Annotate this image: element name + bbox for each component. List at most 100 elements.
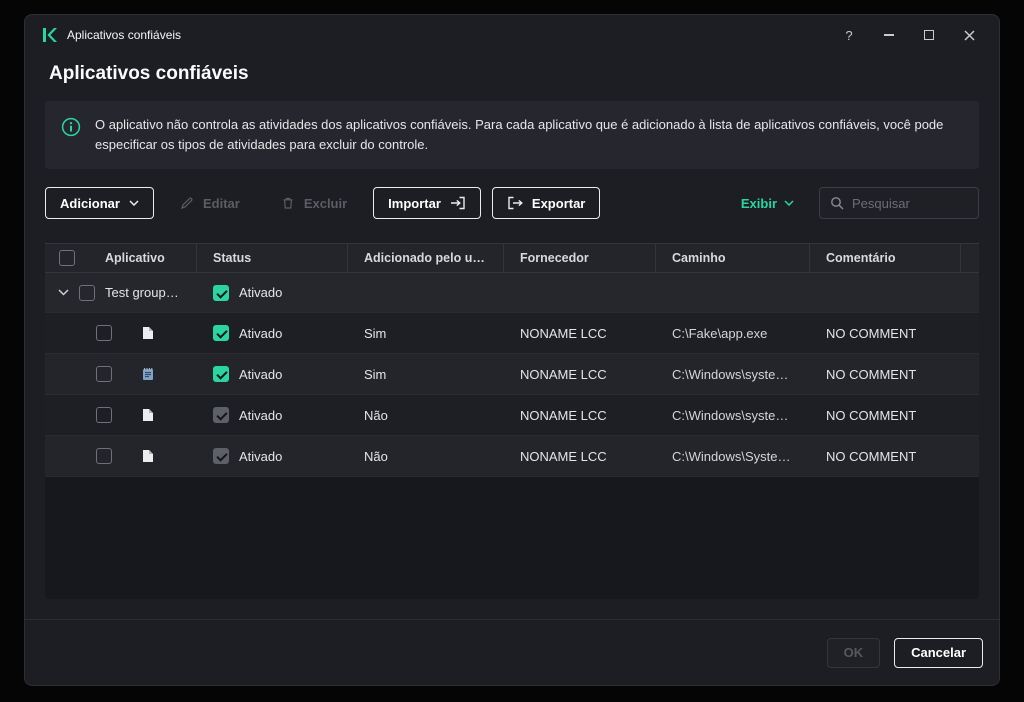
status-label: Ativado bbox=[239, 367, 282, 382]
comment-cell: NO COMMENT bbox=[810, 354, 961, 394]
status-label: Ativado bbox=[239, 326, 282, 341]
status-cell: Ativado bbox=[197, 395, 348, 435]
column-header-aplicativo: Aplicativo bbox=[105, 251, 165, 265]
file-icon bbox=[142, 326, 154, 340]
cell-empty bbox=[961, 354, 979, 394]
trash-icon bbox=[281, 196, 295, 210]
kaspersky-logo-icon bbox=[41, 27, 57, 43]
cell-empty bbox=[961, 395, 979, 435]
help-button[interactable]: ? bbox=[829, 20, 869, 50]
vendor-cell: NONAME LCC bbox=[504, 354, 656, 394]
info-banner: O aplicativo não controla as atividades … bbox=[45, 101, 979, 169]
added-by-user-cell: Sim bbox=[348, 354, 504, 394]
table-header-row: Aplicativo Status Adicionado pelo u… For… bbox=[45, 243, 979, 273]
app-name-cell: unknown… bbox=[45, 395, 197, 435]
status-label: Ativado bbox=[239, 449, 282, 464]
added-by-user-cell: Não bbox=[348, 436, 504, 476]
delete-button[interactable]: Excluir bbox=[266, 187, 362, 219]
vendor-cell: NONAME LCC bbox=[504, 436, 656, 476]
app-name-cell: notepa… bbox=[45, 354, 197, 394]
row-select-checkbox[interactable] bbox=[96, 325, 112, 341]
cancel-button[interactable]: Cancelar bbox=[894, 638, 983, 668]
file-icon bbox=[142, 449, 154, 463]
maximize-button[interactable] bbox=[909, 20, 949, 50]
vendor-cell: NONAME LCC bbox=[504, 313, 656, 353]
applications-table: Aplicativo Status Adicionado pelo u… For… bbox=[45, 243, 979, 599]
import-button-label: Importar bbox=[388, 196, 441, 211]
status-cell: Ativado bbox=[197, 354, 348, 394]
column-header-status: Status bbox=[213, 251, 251, 265]
group-select-checkbox[interactable] bbox=[79, 285, 95, 301]
column-header-comentario: Comentário bbox=[826, 251, 895, 265]
table-row[interactable]: notepa… Ativado Sim NONAME LCC C:\Window… bbox=[45, 354, 979, 395]
titlebar: Aplicativos confiáveis ? bbox=[25, 15, 999, 55]
table-row[interactable]: Microsoft… Ativado Não NONAME LCC C:\Win… bbox=[45, 436, 979, 477]
status-checkbox[interactable] bbox=[213, 448, 229, 464]
vendor-value: NONAME LCC bbox=[520, 408, 607, 423]
added-by-user-cell: Sim bbox=[348, 313, 504, 353]
search-box[interactable] bbox=[819, 187, 979, 219]
path-cell: C:\Fake\app.exe bbox=[656, 313, 810, 353]
status-checkbox[interactable] bbox=[213, 366, 229, 382]
group-status-checkbox[interactable] bbox=[213, 285, 229, 301]
group-row[interactable]: Test group App Ativado bbox=[45, 273, 979, 313]
delete-button-label: Excluir bbox=[304, 196, 347, 211]
view-dropdown[interactable]: Exibir bbox=[741, 196, 794, 211]
cell-empty bbox=[810, 273, 961, 312]
chevron-down-icon[interactable] bbox=[58, 289, 69, 296]
search-input[interactable] bbox=[852, 196, 968, 211]
info-banner-text: O aplicativo não controla as atividades … bbox=[95, 115, 963, 155]
cell-empty bbox=[961, 313, 979, 353]
maximize-icon bbox=[924, 30, 934, 40]
close-icon bbox=[964, 30, 975, 41]
comment-cell: NO COMMENT bbox=[810, 395, 961, 435]
status-checkbox[interactable] bbox=[213, 407, 229, 423]
export-button[interactable]: Exportar bbox=[492, 187, 600, 219]
column-header-adicionado: Adicionado pelo u… bbox=[364, 251, 485, 265]
close-button[interactable] bbox=[949, 20, 989, 50]
status-checkbox[interactable] bbox=[213, 325, 229, 341]
header-cell-caminho: Caminho bbox=[656, 244, 810, 272]
chevron-down-icon bbox=[129, 200, 139, 206]
cell-empty bbox=[961, 273, 979, 312]
add-button-label: Adicionar bbox=[60, 196, 120, 211]
minimize-button[interactable] bbox=[869, 20, 909, 50]
comment-value: NO COMMENT bbox=[826, 367, 916, 382]
cell-empty bbox=[961, 436, 979, 476]
path-value: C:\Windows\system… bbox=[672, 367, 794, 382]
added-by-user-value: Não bbox=[364, 408, 388, 423]
added-by-user-value: Sim bbox=[364, 326, 386, 341]
header-cell-fornecedor: Fornecedor bbox=[504, 244, 656, 272]
column-header-fornecedor: Fornecedor bbox=[520, 251, 589, 265]
pencil-icon bbox=[180, 196, 194, 210]
toolbar: Adicionar Editar Excluir Importar Export… bbox=[45, 187, 979, 219]
column-header-caminho: Caminho bbox=[672, 251, 725, 265]
status-cell: Ativado bbox=[197, 313, 348, 353]
table-empty-area bbox=[45, 477, 979, 599]
search-icon bbox=[830, 196, 844, 210]
file-icon bbox=[142, 408, 154, 422]
cell-empty bbox=[656, 273, 810, 312]
table-row[interactable]: unknown… Ativado Não NONAME LCC C:\Windo… bbox=[45, 395, 979, 436]
cell-empty bbox=[504, 273, 656, 312]
window-title: Aplicativos confiáveis bbox=[67, 28, 181, 42]
edit-button[interactable]: Editar bbox=[165, 187, 255, 219]
app-name-cell: app.exe bbox=[45, 313, 197, 353]
app-name-cell: Microsoft… bbox=[45, 436, 197, 476]
row-select-checkbox[interactable] bbox=[96, 366, 112, 382]
import-button[interactable]: Importar bbox=[373, 187, 481, 219]
row-select-checkbox[interactable] bbox=[96, 407, 112, 423]
info-icon bbox=[61, 117, 81, 142]
comment-value: NO COMMENT bbox=[826, 326, 916, 341]
vendor-value: NONAME LCC bbox=[520, 449, 607, 464]
table-row[interactable]: app.exe Ativado Sim NONAME LCC C:\Fake\a… bbox=[45, 313, 979, 354]
added-by-user-cell: Não bbox=[348, 395, 504, 435]
window-controls: ? bbox=[829, 20, 989, 50]
row-select-checkbox[interactable] bbox=[96, 448, 112, 464]
added-by-user-value: Sim bbox=[364, 367, 386, 382]
add-button[interactable]: Adicionar bbox=[45, 187, 154, 219]
select-all-checkbox[interactable] bbox=[59, 250, 75, 266]
ok-button[interactable]: OK bbox=[827, 638, 881, 668]
comment-value: NO COMMENT bbox=[826, 408, 916, 423]
cell-empty bbox=[348, 273, 504, 312]
